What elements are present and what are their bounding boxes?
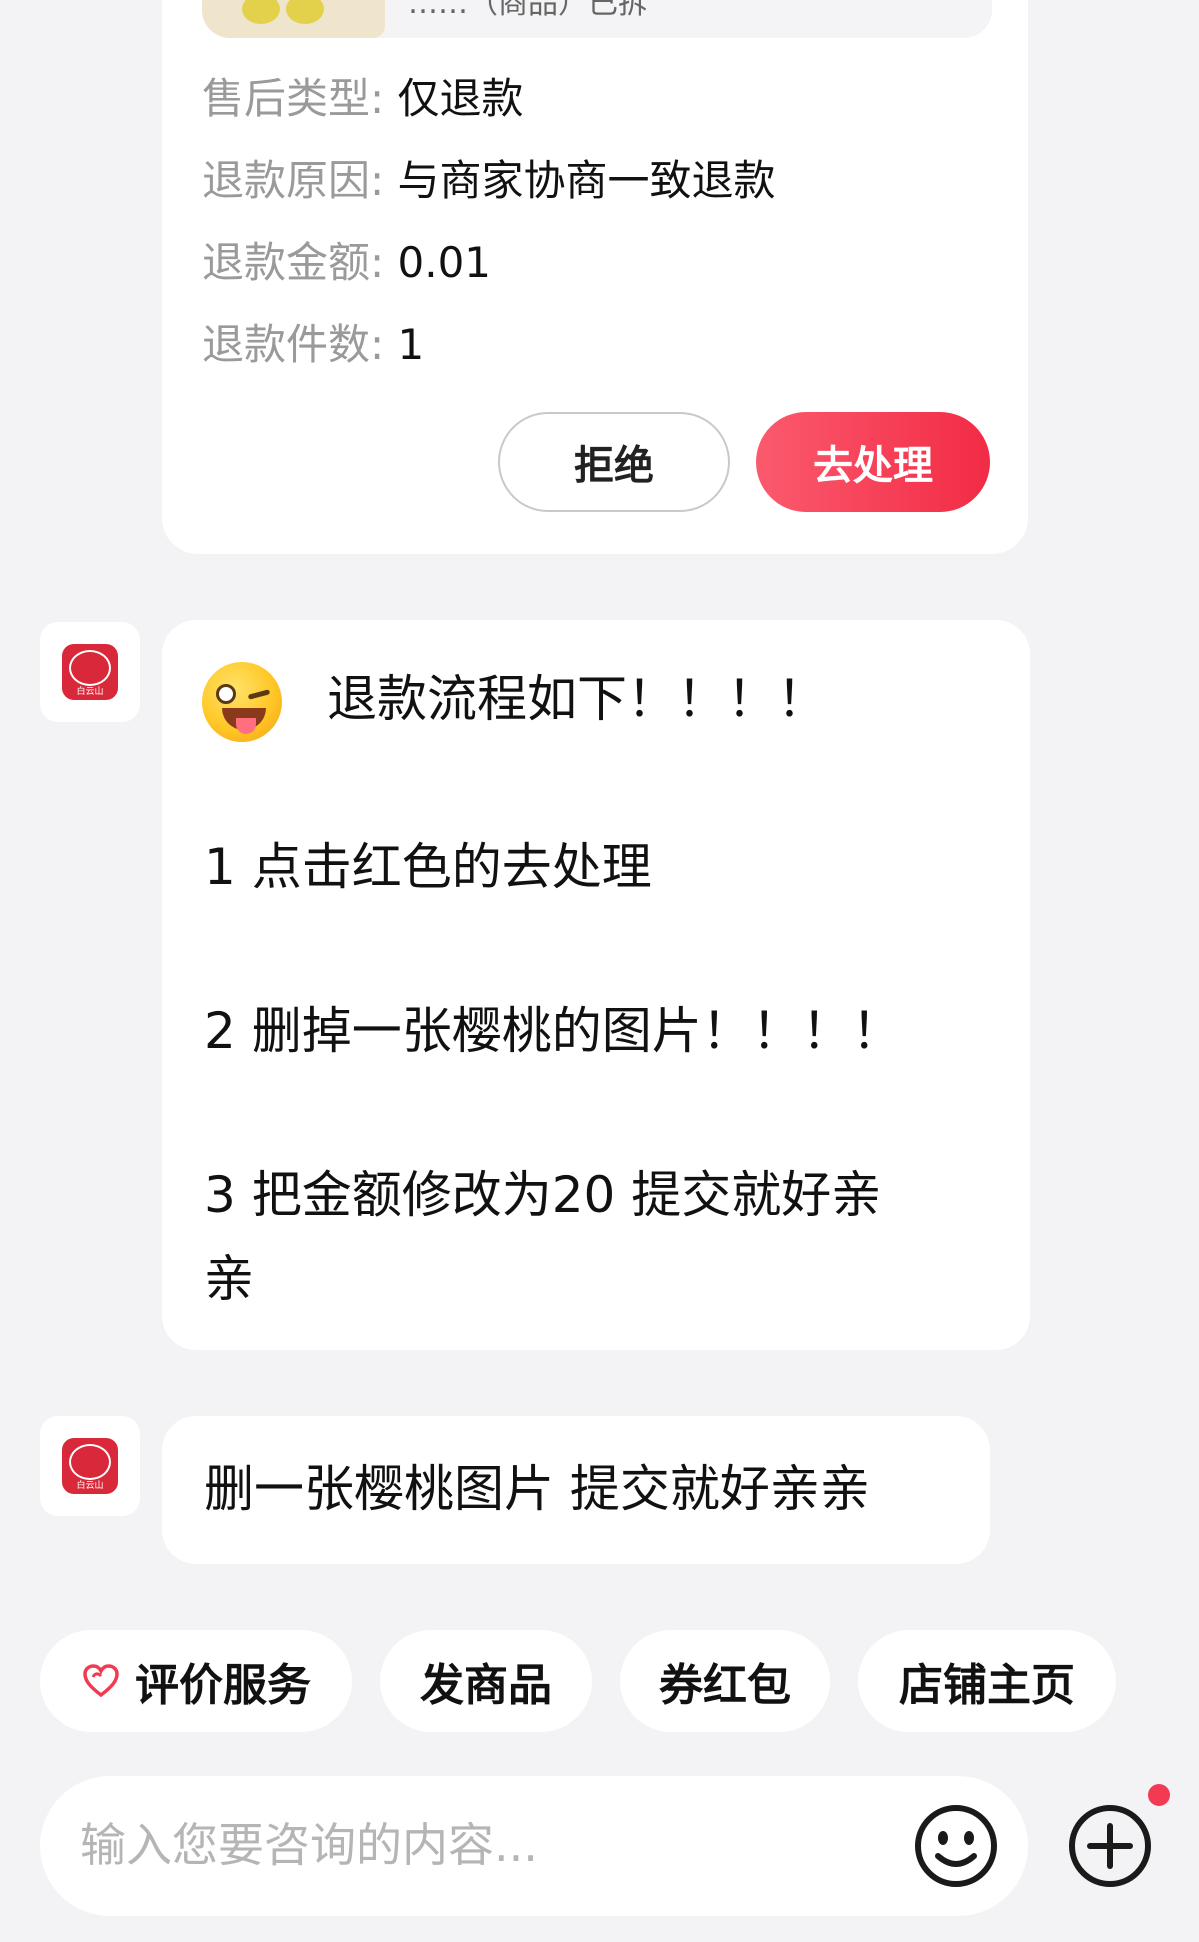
shop-home-chip[interactable]: 店铺主页: [858, 1630, 1116, 1732]
message-text: 删一张樱桃图片 提交就好亲亲: [204, 1460, 870, 1518]
message-step-2: 2 删掉一张樱桃的图片！！！！: [204, 1002, 902, 1060]
message-title: 退款流程如下！！！！: [327, 670, 827, 728]
message-step-3-continued: 亲: [204, 1250, 254, 1308]
smiley-icon[interactable]: [910, 1800, 1002, 1892]
shop-avatar[interactable]: 白云山: [40, 1416, 140, 1516]
send-product-label: 发商品: [420, 1660, 552, 1711]
coupon-chip[interactable]: 券红包: [620, 1630, 830, 1732]
refund-reason-row: 退款原因: 与商家协商一致退款: [202, 160, 776, 202]
refund-amount-label: 退款金额:: [202, 238, 385, 287]
refund-count-label: 退款件数:: [202, 320, 385, 369]
notification-dot: [1148, 1784, 1170, 1806]
refund-request-card: ……（商品）已拆 售后类型: 仅退款 退款原因: 与商家协商一致退款 退款金额:…: [162, 0, 1028, 554]
reject-button[interactable]: 拒绝: [498, 412, 730, 512]
message-bubble-short: 删一张樱桃图片 提交就好亲亲: [162, 1416, 990, 1564]
message-input-bar[interactable]: 输入您要咨询的内容...: [40, 1776, 1028, 1916]
review-service-chip[interactable]: 评价服务: [40, 1630, 352, 1732]
after-sale-type-value: 仅退款: [397, 74, 524, 123]
message-bubble-refund-steps: [162, 620, 1030, 1350]
heart-icon: [83, 1664, 119, 1698]
review-service-label: 评价服务: [135, 1660, 311, 1711]
shop-home-label: 店铺主页: [899, 1660, 1075, 1711]
send-product-chip[interactable]: 发商品: [380, 1630, 592, 1732]
shop-logo-icon: 白云山: [62, 1438, 118, 1494]
coupon-label: 券红包: [659, 1660, 791, 1711]
refund-amount-value: 0.01: [397, 238, 492, 287]
after-sale-type-label: 售后类型:: [202, 74, 385, 123]
product-row[interactable]: ……（商品）已拆: [202, 0, 992, 38]
product-title: ……（商品）已拆: [408, 0, 648, 21]
refund-count-value: 1: [397, 320, 425, 369]
refund-reason-label: 退款原因:: [202, 156, 385, 205]
after-sale-type-row: 售后类型: 仅退款: [202, 78, 524, 120]
refund-reason-value: 与商家协商一致退款: [397, 156, 776, 205]
plus-circle-icon[interactable]: [1064, 1800, 1156, 1892]
refund-count-row: 退款件数: 1: [202, 324, 424, 366]
message-step-3: 3 把金额修改为20 提交就好亲: [204, 1166, 882, 1224]
message-step-1: 1 点击红色的去处理: [204, 838, 652, 896]
refund-amount-row: 退款金额: 0.01: [202, 242, 491, 284]
shop-logo-icon: 白云山: [62, 644, 118, 700]
shop-avatar[interactable]: 白云山: [40, 622, 140, 722]
process-button[interactable]: 去处理: [756, 412, 990, 512]
winking-tongue-face-icon: [202, 662, 282, 742]
message-input[interactable]: 输入您要咨询的内容...: [80, 1822, 538, 1868]
product-thumbnail: [202, 0, 385, 38]
